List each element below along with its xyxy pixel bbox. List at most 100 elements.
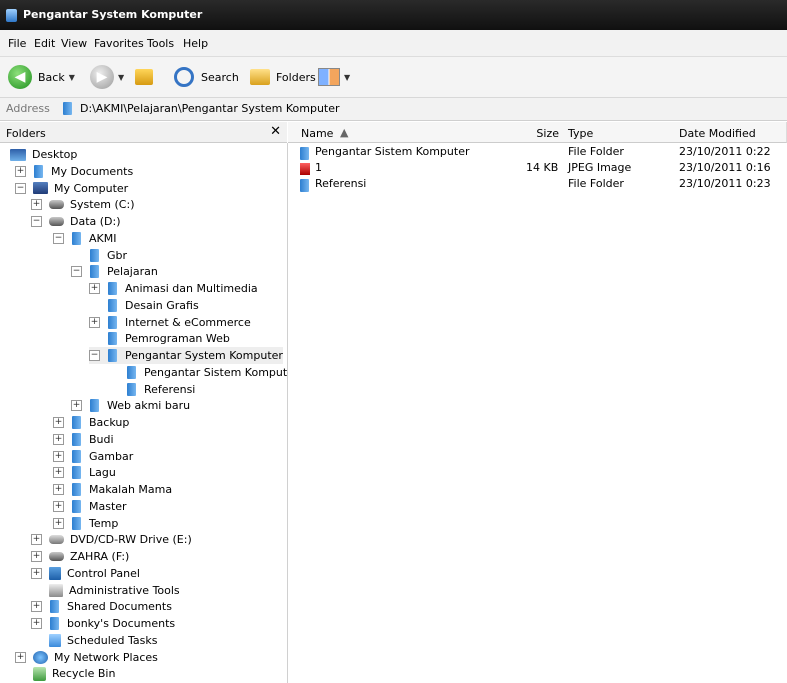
tree-item[interactable]: Desktop	[10, 146, 77, 163]
expand-icon[interactable]: +	[53, 450, 64, 462]
menu-file[interactable]: File	[8, 37, 26, 50]
folder-icon	[72, 416, 81, 429]
column-header-type[interactable]: Type	[562, 122, 675, 143]
tree-item[interactable]: + My Network Places	[15, 649, 158, 666]
search-button[interactable]: Search	[174, 64, 239, 90]
menu-help[interactable]: Help	[183, 37, 208, 50]
tree-item-label: Temp	[89, 516, 119, 530]
expand-icon[interactable]: +	[53, 417, 64, 428]
tree-item[interactable]: Gbr	[71, 247, 127, 264]
tree-item[interactable]: − Pengantar System Komputer	[89, 347, 283, 364]
file-row[interactable]: 1 14 KB JPEG Image 23/10/2011 0:16	[288, 159, 787, 175]
folder-icon	[108, 298, 117, 312]
collapse-icon[interactable]: −	[53, 232, 64, 244]
folder-icon	[90, 399, 99, 413]
menu-favorites[interactable]: Favorites	[94, 37, 144, 50]
drive-icon	[49, 217, 64, 226]
folder-icon	[72, 231, 81, 245]
back-button[interactable]: ◀ Back ▼	[8, 64, 75, 90]
file-type: File Folder	[568, 145, 624, 158]
expand-icon[interactable]: +	[53, 467, 64, 479]
tree-item[interactable]: Referensi	[108, 381, 195, 398]
address-input[interactable]: D:\AKMI\Pelajaran\Pengantar System Kompu…	[80, 102, 340, 115]
tree-item[interactable]: Pemrograman Web	[89, 330, 230, 347]
tree-item[interactable]: + System (C:)	[31, 196, 135, 213]
chevron-down-icon[interactable]: ▼	[118, 73, 124, 82]
tree-item-label: Referensi	[144, 382, 196, 396]
tree-item[interactable]: + Makalah Mama	[53, 481, 172, 498]
file-row[interactable]: Pengantar Sistem Komputer File Folder 23…	[288, 143, 787, 160]
expand-icon[interactable]: +	[31, 551, 42, 562]
tree-item[interactable]: − Pelajaran	[71, 263, 158, 280]
menu-edit[interactable]: Edit	[34, 37, 55, 50]
expand-icon[interactable]: +	[89, 316, 100, 328]
menu-tools[interactable]: Tools	[147, 37, 174, 50]
expand-icon[interactable]: +	[31, 534, 42, 546]
expand-icon[interactable]: +	[89, 283, 100, 294]
expand-icon[interactable]: +	[53, 433, 64, 445]
tree-item[interactable]: + ZAHRA (F:)	[31, 548, 129, 565]
collapse-icon[interactable]: −	[15, 182, 26, 194]
tree-item[interactable]: + Web akmi baru	[71, 397, 190, 414]
expand-icon[interactable]: +	[53, 517, 64, 529]
tree-item[interactable]: + Backup	[53, 414, 129, 431]
views-icon	[318, 68, 340, 86]
collapse-icon[interactable]: −	[89, 350, 100, 361]
tree-item[interactable]: + DVD/CD-RW Drive (E:)	[31, 531, 192, 548]
file-type: File Folder	[568, 177, 624, 190]
tree-item[interactable]: + My Documents	[15, 163, 133, 180]
window-title: Pengantar System Komputer	[23, 8, 203, 21]
tree-item[interactable]: + Budi	[53, 431, 114, 448]
folders-icon	[250, 69, 270, 85]
column-header-size[interactable]: Size	[487, 122, 563, 143]
recycle-bin-icon	[33, 666, 46, 681]
column-header-name[interactable]: Name ▲	[288, 122, 488, 143]
tree-item[interactable]: + Temp	[53, 515, 118, 532]
tree-item[interactable]: + Animasi dan Multimedia	[89, 280, 258, 297]
computer-icon	[33, 182, 48, 194]
sort-ascending-icon: ▲	[340, 126, 349, 139]
tree-item[interactable]: + Gambar	[53, 448, 133, 465]
tree-item-label: Control Panel	[67, 566, 140, 580]
up-button[interactable]	[135, 64, 153, 90]
tree-item[interactable]: Recycle Bin	[15, 665, 115, 682]
folder-icon	[63, 102, 72, 115]
expand-icon[interactable]: +	[15, 165, 26, 177]
expand-icon[interactable]: +	[31, 567, 42, 579]
menu-view[interactable]: View	[61, 37, 87, 50]
expand-icon[interactable]: +	[31, 618, 42, 629]
file-type: JPEG Image	[568, 161, 632, 174]
column-header-date[interactable]: Date Modified	[674, 122, 787, 143]
collapse-icon[interactable]: −	[31, 216, 42, 227]
expand-icon[interactable]: +	[53, 484, 64, 495]
forward-button[interactable]: ▶ ▼	[90, 64, 124, 90]
tree-item[interactable]: + Shared Documents	[31, 598, 172, 615]
tree-item[interactable]: + Lagu	[53, 464, 116, 481]
tree-item[interactable]: + Internet & eCommerce	[89, 314, 251, 331]
expand-icon[interactable]: +	[31, 601, 42, 613]
file-row[interactable]: Referensi File Folder 23/10/2011 0:23	[288, 175, 787, 192]
tree-item[interactable]: − My Computer	[15, 180, 128, 197]
expand-icon[interactable]: +	[31, 199, 42, 211]
tree-item[interactable]: Pengantar Sistem Komputer	[108, 364, 298, 381]
folder-icon	[72, 499, 81, 513]
views-button[interactable]: ▼	[318, 64, 350, 90]
folder-window-icon	[6, 9, 17, 22]
tree-item[interactable]: Scheduled Tasks	[31, 632, 158, 649]
tree-item[interactable]: − Data (D:)	[31, 213, 121, 230]
tree-item[interactable]: Administrative Tools	[31, 582, 180, 599]
expand-icon[interactable]: +	[53, 500, 64, 512]
file-size: 14 KB	[526, 161, 559, 174]
tree-item[interactable]: Desain Grafis	[89, 297, 199, 314]
tree-item[interactable]: + Master	[53, 498, 127, 515]
folders-button[interactable]: Folders	[250, 64, 316, 90]
chevron-down-icon[interactable]: ▼	[69, 73, 75, 82]
close-icon[interactable]: ✕	[270, 124, 281, 139]
tree-item[interactable]: + Control Panel	[31, 565, 140, 582]
tree-item[interactable]: + bonky's Documents	[31, 615, 175, 632]
expand-icon[interactable]: +	[15, 651, 26, 663]
tree-item[interactable]: − AKMI	[53, 230, 116, 247]
collapse-icon[interactable]: −	[71, 266, 82, 278]
chevron-down-icon[interactable]: ▼	[344, 73, 350, 82]
expand-icon[interactable]: +	[71, 400, 82, 412]
